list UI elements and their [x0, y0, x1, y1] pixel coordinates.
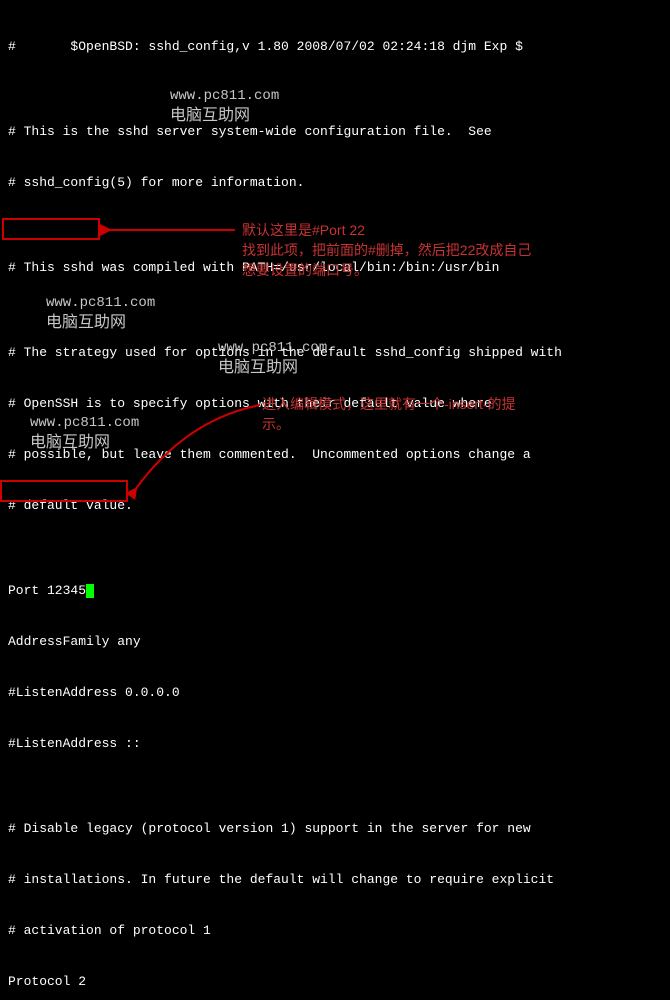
config-line: # Disable legacy (protocol version 1) su…: [8, 820, 662, 837]
annotation-text: 示。: [262, 414, 622, 434]
config-line: #ListenAddress ::: [8, 735, 662, 752]
config-line: AddressFamily any: [8, 633, 662, 650]
annotation-text: 进入编辑模式，这里就有一个-insert-的提: [262, 394, 622, 414]
annotation-text: 想要设置的端口号。: [242, 260, 602, 280]
annotation-insert: 进入编辑模式，这里就有一个-insert-的提 示。: [262, 394, 622, 434]
port-value: Port 12345: [8, 583, 86, 598]
cursor: [86, 584, 94, 598]
config-line: # activation of protocol 1: [8, 922, 662, 939]
config-line: Protocol 2: [8, 973, 662, 990]
terminal-editor[interactable]: # $OpenBSD: sshd_config,v 1.80 2008/07/0…: [0, 0, 670, 1000]
config-line: # installations. In future the default w…: [8, 871, 662, 888]
config-line: # This is the sshd server system-wide co…: [8, 123, 662, 140]
config-line: # The strategy used for options in the d…: [8, 344, 662, 361]
config-line: # sshd_config(5) for more information.: [8, 174, 662, 191]
config-line: # possible, but leave them commented. Un…: [8, 446, 662, 463]
annotation-text: 找到此项，把前面的#删掉，然后把22改成自己: [242, 240, 602, 260]
port-line: Port 12345: [8, 582, 662, 599]
config-line: #ListenAddress 0.0.0.0: [8, 684, 662, 701]
annotation-text: 默认这里是#Port 22: [242, 220, 602, 240]
config-line: # $OpenBSD: sshd_config,v 1.80 2008/07/0…: [8, 38, 662, 55]
annotation-port: 默认这里是#Port 22 找到此项，把前面的#删掉，然后把22改成自己 想要设…: [242, 220, 602, 280]
